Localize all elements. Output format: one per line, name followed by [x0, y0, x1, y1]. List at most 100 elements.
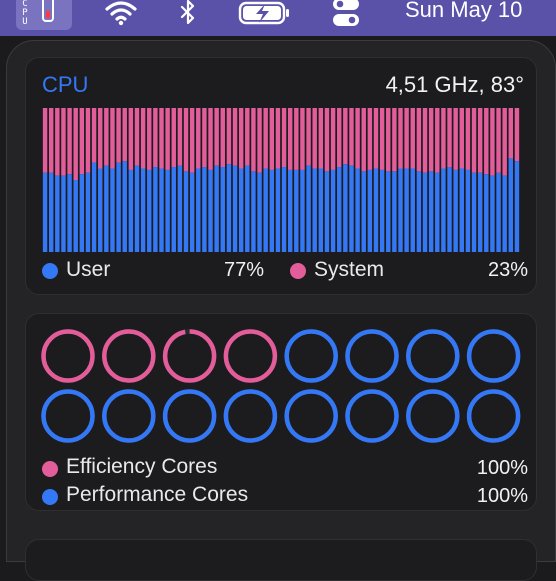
system-bar — [337, 108, 342, 168]
user-bar — [477, 172, 483, 252]
system-bar — [263, 108, 268, 169]
system-bar — [110, 108, 115, 169]
system-bar — [196, 108, 201, 169]
system-bar — [484, 108, 489, 175]
performance-core-ring — [466, 389, 521, 443]
user-bar — [55, 175, 60, 252]
performance-core-ring — [406, 329, 460, 383]
user-bar — [269, 169, 275, 252]
user-bar — [61, 175, 66, 252]
system-bar — [232, 108, 238, 166]
user-bar — [85, 172, 91, 252]
system-bar — [251, 108, 256, 172]
system-bar — [410, 108, 415, 169]
system-bar — [416, 108, 422, 172]
system-bar — [300, 108, 305, 170]
user-bar — [386, 171, 391, 252]
system-bar — [128, 108, 134, 170]
user-bar — [422, 172, 428, 252]
user-bar — [410, 168, 415, 252]
user-bar — [196, 168, 201, 252]
system-bar — [294, 108, 299, 170]
user-bar — [508, 158, 514, 252]
system-bar — [147, 108, 152, 170]
user-bar — [496, 172, 501, 252]
performance-core-ring — [223, 389, 278, 443]
user-bar — [484, 174, 489, 252]
user-bar — [300, 169, 305, 252]
user-bar — [189, 172, 195, 252]
cores-card: Efficiency Cores 100% Performance Cores … — [25, 313, 537, 511]
user-bar — [287, 169, 293, 252]
system-bar — [422, 108, 428, 173]
system-legend-label: System — [314, 258, 385, 281]
system-bar — [73, 108, 78, 180]
system-bar — [465, 108, 471, 170]
bluetooth-icon[interactable] — [178, 0, 198, 32]
system-bar — [189, 108, 195, 173]
system-bar — [269, 108, 275, 170]
system-bar — [122, 108, 127, 162]
user-percentage: 77% — [224, 259, 265, 281]
user-bar — [42, 172, 48, 252]
user-bar — [459, 168, 464, 252]
cpu-frequency-temperature: 4,51 GHz, 83° — [385, 72, 524, 97]
performance-core-ring — [345, 389, 399, 443]
performance-legend-dot — [42, 489, 58, 505]
user-bar — [281, 167, 287, 252]
cpu-title: CPU — [42, 72, 89, 97]
user-bar — [416, 171, 422, 252]
user-bar — [91, 162, 97, 252]
battery-charging-icon[interactable] — [238, 0, 292, 32]
user-bar — [171, 167, 176, 252]
performance-cores-label: Performance Cores — [66, 483, 249, 506]
system-bar — [104, 108, 109, 166]
user-bar — [441, 168, 446, 252]
user-bar — [79, 174, 85, 252]
system-bar — [159, 108, 164, 169]
system-bar — [42, 108, 48, 173]
system-bar — [312, 108, 317, 169]
menu-bar: C P U Sun May 10 — [0, 0, 556, 36]
user-bar — [202, 167, 207, 252]
user-bar — [98, 168, 103, 252]
system-bar — [514, 108, 520, 162]
user-bar — [104, 165, 109, 252]
menu-bar-clock[interactable]: Sun May 10 — [405, 0, 522, 21]
system-bar — [373, 108, 379, 169]
performance-core-ring — [162, 389, 217, 443]
user-bar — [379, 169, 385, 252]
user-bar — [245, 165, 250, 252]
system-bar — [220, 108, 225, 168]
efficiency-legend-dot — [42, 461, 58, 477]
user-bar — [294, 169, 299, 252]
user-bar — [343, 164, 348, 252]
system-bar — [214, 108, 219, 166]
user-bar — [404, 168, 409, 252]
performance-core-ring — [406, 389, 460, 443]
user-bar — [153, 167, 158, 252]
user-bar — [306, 165, 311, 252]
system-bar — [55, 108, 60, 176]
control-center-icon[interactable] — [332, 0, 360, 30]
system-bar — [67, 108, 72, 175]
system-bar — [245, 108, 250, 166]
system-bar — [343, 108, 348, 165]
user-bar — [275, 168, 281, 252]
user-bar — [465, 169, 471, 252]
user-bar — [312, 168, 317, 252]
system-bar — [79, 108, 85, 175]
cpu-monitor-icon[interactable]: C P U — [16, 0, 72, 30]
system-bar — [435, 108, 440, 173]
core-rings — [41, 329, 521, 443]
system-bar — [379, 108, 385, 170]
user-bar — [226, 164, 232, 252]
system-bar — [238, 108, 244, 169]
efficiency-cores-label: Efficiency Cores — [66, 455, 218, 478]
system-bar — [153, 108, 158, 168]
user-bar — [471, 172, 477, 252]
user-bar — [67, 174, 72, 252]
user-bar — [257, 172, 262, 252]
user-bar — [318, 168, 324, 252]
wifi-icon[interactable] — [104, 0, 138, 32]
